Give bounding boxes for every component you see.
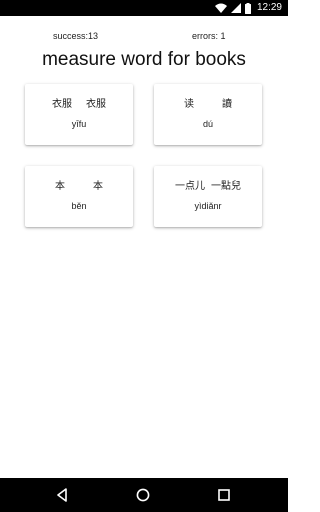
error-count: errors: 1 (192, 31, 226, 41)
status-time: 12:29 (256, 2, 282, 13)
card-pinyin: běn (71, 201, 87, 211)
wifi-icon (214, 3, 227, 13)
simplified-characters: 衣服 (52, 99, 72, 110)
home-icon (136, 488, 150, 502)
card-pinyin: yīfu (71, 119, 87, 129)
signal-icon (230, 3, 241, 13)
simplified-characters: 一点儿 (175, 181, 205, 192)
battery-icon (244, 2, 251, 14)
answer-card-4[interactable]: 一点儿 一點兒 yìdiǎnr (154, 166, 262, 227)
home-button[interactable] (134, 486, 152, 504)
card-hanzi: 衣服 衣服 (25, 99, 133, 111)
answer-card-1[interactable]: 衣服 衣服 yīfu (25, 84, 133, 145)
navigation-bar (0, 478, 288, 512)
status-icons: 12:29 (214, 2, 282, 14)
answer-card-3[interactable]: 本 本 běn (25, 166, 133, 227)
card-pinyin: yìdiǎnr (194, 201, 222, 211)
answer-card-2[interactable]: 读 讀 dú (154, 84, 262, 145)
traditional-characters: 本 (93, 181, 103, 192)
success-count: success:13 (53, 31, 99, 41)
back-button[interactable] (53, 486, 71, 504)
card-hanzi: 读 讀 (154, 99, 262, 111)
traditional-characters: 一點兒 (211, 181, 241, 192)
simplified-characters: 本 (55, 181, 65, 192)
traditional-characters: 讀 (222, 99, 232, 110)
traditional-characters: 衣服 (86, 99, 106, 110)
card-pinyin: dú (202, 119, 213, 129)
recents-button[interactable] (215, 486, 233, 504)
card-hanzi: 本 本 (25, 181, 133, 193)
question-prompt: measure word for books (42, 49, 246, 70)
back-icon (57, 488, 67, 502)
card-hanzi: 一点儿 一點兒 (154, 181, 262, 193)
simplified-characters: 读 (184, 99, 194, 110)
recents-icon (218, 489, 230, 501)
status-bar: 12:29 (0, 0, 288, 16)
